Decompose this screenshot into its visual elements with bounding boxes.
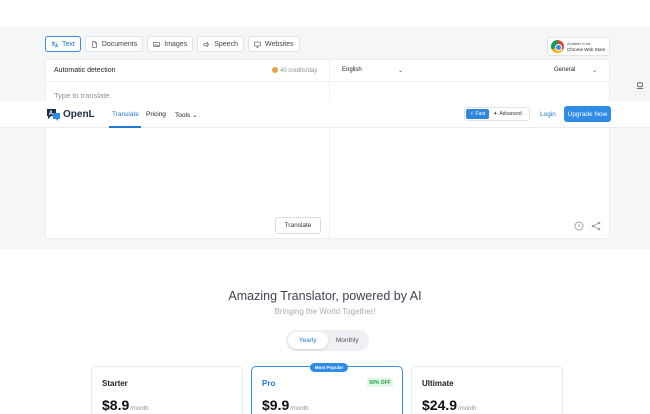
bolt-icon: ⚡ <box>470 111 474 117</box>
plan-card-starter[interactable]: Starter $8.9/month <box>91 366 243 414</box>
plan-price-value: $9.9 <box>262 397 290 413</box>
monitor-icon <box>254 41 261 48</box>
billing-toggle: Yearly Monthly <box>286 330 369 351</box>
tab-text[interactable]: Text <box>45 36 81 52</box>
fast-mode-button[interactable]: ⚡ Fast <box>466 109 490 119</box>
most-popular-badge: Most Popular <box>310 363 348 372</box>
pricing-title: Amazing Translator, powered by AI <box>228 289 422 303</box>
sparkle-icon: ✦ <box>493 111 498 117</box>
chevron-down-icon[interactable]: ⌄ <box>592 67 597 74</box>
plan-price-value: $24.9 <box>422 397 458 413</box>
chrome-web-store-badge[interactable]: Available in the Chrome Web Store <box>547 37 610 56</box>
plan-card-pro[interactable]: Most Popular Pro 50% OFF $9.9/month <box>251 363 403 414</box>
translate-button[interactable]: Translate <box>275 217 321 234</box>
openl-logo-icon: A <box>47 109 60 121</box>
translator-panel: Automatic detection 40 credits/day Engli… <box>45 59 610 239</box>
plan-price-period: /month <box>290 406 309 412</box>
tab-documents-label: Documents <box>101 40 138 48</box>
panel-divider <box>329 60 330 238</box>
mode-tabs: Text Documents Images Speech Websites <box>45 36 300 52</box>
upgrade-button[interactable]: Upgrade Now <box>564 106 611 122</box>
login-link[interactable]: Login <box>540 111 556 118</box>
document-icon <box>91 40 97 48</box>
translate-icon <box>51 41 58 47</box>
tab-websites[interactable]: Websites <box>247 36 300 52</box>
nav-translate[interactable]: Translate <box>112 111 139 118</box>
nav-tools[interactable]: Tools ⌄ <box>175 111 197 119</box>
tab-speech-label: Speech <box>214 40 238 48</box>
brand-name: OpenL <box>63 109 95 120</box>
chrome-logo-icon <box>551 40 564 53</box>
plan-price-value: $8.9 <box>102 397 130 413</box>
nav-active-indicator <box>109 126 141 128</box>
image-icon <box>153 41 160 47</box>
target-language-select[interactable]: English <box>342 67 362 73</box>
brand-logo[interactable]: A OpenL <box>47 108 95 121</box>
chrome-badge-line2: Chrome Web Store <box>567 46 606 52</box>
plan-name: Pro <box>262 379 276 388</box>
discount-badge: 50% OFF <box>367 378 393 387</box>
nav-pricing[interactable]: Pricing <box>146 111 166 118</box>
plan-price-period: /month <box>130 406 149 412</box>
extension-icon[interactable] <box>636 82 644 90</box>
source-text-input[interactable]: Type to translate. <box>54 91 112 100</box>
plan-price: $9.9/month <box>262 397 309 413</box>
style-select[interactable]: General <box>554 67 575 73</box>
plan-price: $8.9/month <box>102 397 149 413</box>
coin-icon <box>272 67 278 73</box>
pricing-subtitle: Bringing the World Together! <box>274 307 376 316</box>
tab-speech[interactable]: Speech <box>197 36 244 52</box>
share-icon[interactable] <box>591 221 601 231</box>
speaker-icon <box>203 41 209 47</box>
nav-tools-label: Tools <box>175 112 191 119</box>
plan-price: $24.9/month <box>422 397 476 413</box>
plan-name: Starter <box>102 379 128 388</box>
tab-images-label: Images <box>164 40 188 48</box>
credits-indicator: 40 credits/day <box>272 67 317 74</box>
history-icon[interactable] <box>574 221 584 231</box>
tab-documents[interactable]: Documents <box>84 36 144 52</box>
plan-name: Ultimate <box>422 379 454 388</box>
speed-mode-toggle: ⚡ Fast ✦ Advanced <box>464 107 530 121</box>
chevron-down-icon[interactable]: ⌄ <box>398 67 403 74</box>
billing-yearly[interactable]: Yearly <box>288 332 328 349</box>
plan-price-period: /month <box>458 406 477 412</box>
advanced-mode-button[interactable]: ✦ Advanced <box>491 111 521 117</box>
credits-label: 40 credits/day <box>280 68 318 74</box>
tab-text-label: Text <box>62 40 75 48</box>
billing-monthly[interactable]: Monthly <box>328 332 368 349</box>
tab-images[interactable]: Images <box>147 36 194 52</box>
source-language-select[interactable]: Automatic detection <box>54 67 115 74</box>
tab-websites-label: Websites <box>264 40 294 48</box>
advanced-mode-label: Advanced <box>499 111 522 117</box>
chevron-down-icon: ⌄ <box>192 112 198 119</box>
fast-mode-label: Fast <box>475 111 486 117</box>
translator-header <box>46 60 609 82</box>
plan-card-ultimate[interactable]: Ultimate $24.9/month <box>411 366 563 414</box>
